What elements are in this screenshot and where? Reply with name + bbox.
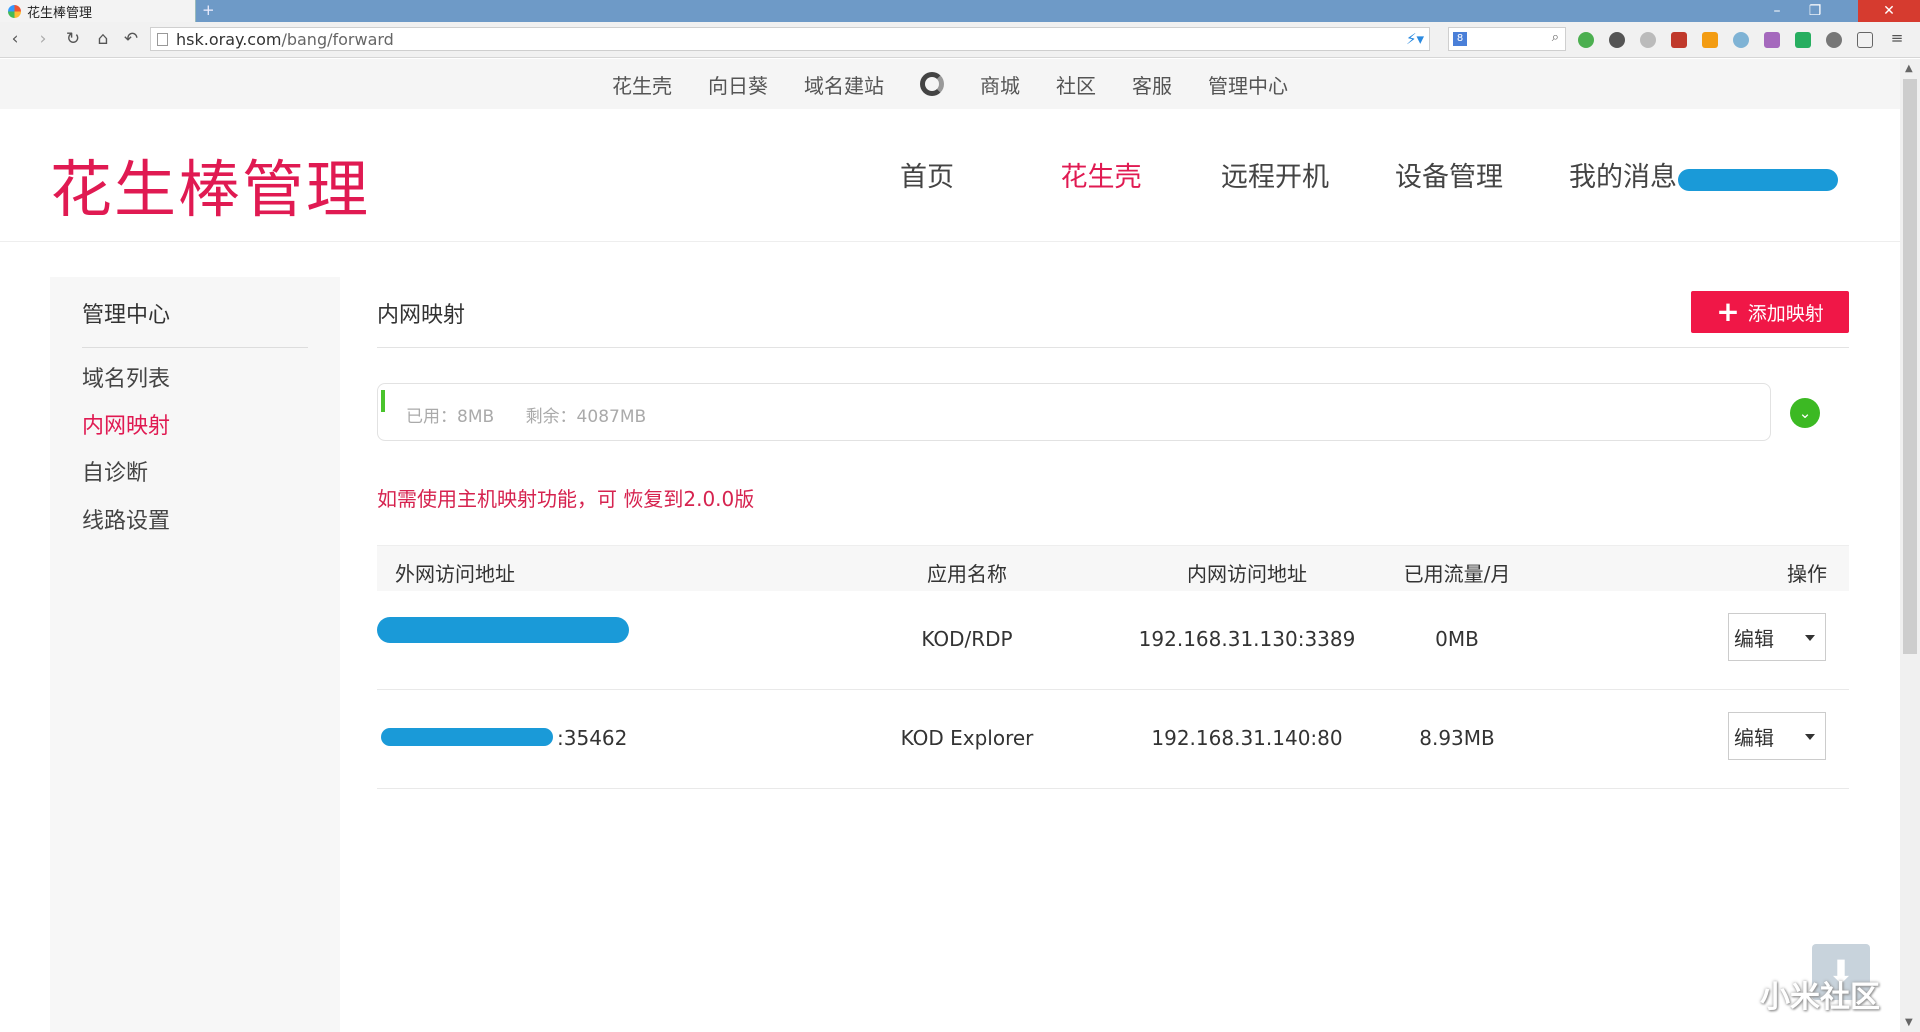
add-mapping-label: 添加映射 — [1747, 302, 1824, 325]
toplink-huashengke[interactable]: 花生壳 — [612, 70, 672, 99]
sidebar-title: 管理中心 — [82, 303, 171, 328]
usage-remaining: 剩余：4087MB — [525, 407, 647, 427]
edit-label: 编辑 — [1734, 725, 1774, 750]
url-input[interactable]: hsk.oray.com/bang/forward — [150, 27, 1430, 51]
close-button[interactable]: ✕ — [1858, 0, 1920, 22]
redacted-username[interactable] — [1678, 169, 1838, 191]
plus-icon: + — [1716, 295, 1740, 328]
user-icon[interactable] — [1826, 32, 1842, 48]
back-icon[interactable]: ‹ — [4, 29, 26, 49]
th-traffic: 已用流量/月 — [1403, 562, 1511, 586]
usage-used: 已用：8MB — [406, 407, 495, 427]
toplink-domain[interactable]: 域名建站 — [804, 70, 884, 99]
table-row: KOD/RDP 192.168.31.130:3389 0MB 编辑 — [377, 591, 1849, 690]
brand-title: 花生棒管理 — [50, 153, 371, 226]
forward-icon[interactable]: › — [32, 29, 54, 49]
cell-traffic: 8.93MB — [1419, 726, 1495, 750]
toplink-community[interactable]: 社区 — [1056, 70, 1096, 99]
edit-dropdown[interactable]: 编辑 — [1728, 613, 1826, 661]
th-external-address: 外网访问地址 — [395, 562, 515, 586]
reload-icon[interactable]: ↻ — [62, 29, 84, 49]
toplink-xiangrikui[interactable]: 向日葵 — [708, 70, 768, 99]
browser-tab[interactable]: 花生棒管理 — [0, 0, 196, 22]
watermark-text: 小米社区 — [1760, 980, 1880, 1015]
traffic-usage-bar: 已用：8MB 剩余：4087MB — [377, 383, 1771, 441]
section-divider — [377, 347, 1849, 348]
table-row: :35462 KOD Explorer 192.168.31.140:80 8.… — [377, 690, 1849, 789]
scroll-thumb[interactable] — [1903, 79, 1917, 654]
sidebar-divider — [82, 347, 308, 348]
home-icon[interactable]: ⌂ — [92, 29, 114, 49]
nav-device-management[interactable]: 设备管理 — [1362, 155, 1536, 194]
url-host: hsk.oray.com — [176, 29, 282, 49]
site-top-links: 花生壳 向日葵 域名建站 商城 社区 客服 管理中心 — [0, 59, 1900, 109]
undo-icon[interactable]: ↶ — [120, 29, 142, 49]
cell-internal-address: 192.168.31.130:3389 — [1138, 627, 1356, 651]
usage-text: 已用：8MB 剩余：4087MB — [406, 402, 672, 427]
oray-logo-icon[interactable] — [920, 72, 944, 96]
nav-home[interactable]: 首页 — [840, 155, 1014, 194]
page-icon — [157, 32, 168, 46]
tab-title: 花生棒管理 — [27, 5, 93, 21]
caret-down-icon — [1805, 635, 1815, 641]
table-header: 外网访问地址 应用名称 内网访问地址 已用流量/月 操作 — [377, 545, 1849, 591]
sidebar-item-line-settings[interactable]: 线路设置 — [82, 503, 170, 535]
browser-titlebar: 花生棒管理 + – ❐ ✕ — [0, 0, 1920, 22]
cell-traffic: 0MB — [1435, 627, 1479, 651]
th-action: 操作 — [1787, 562, 1827, 586]
section-title: 内网映射 — [377, 303, 466, 328]
nav-huashengke[interactable]: 花生壳 — [1014, 155, 1188, 194]
redacted-external-address[interactable] — [381, 728, 553, 746]
scroll-up-icon[interactable]: ▲ — [1905, 63, 1913, 74]
cell-internal-address: 192.168.31.140:80 — [1151, 726, 1343, 750]
maximize-button[interactable]: ❐ — [1796, 0, 1834, 22]
usage-fill — [381, 390, 385, 412]
search-input[interactable]: 8 ⌕ — [1448, 27, 1566, 51]
extension-red-icon[interactable] — [1671, 32, 1687, 48]
lightning-icon[interactable]: ⚡▾ — [1406, 30, 1424, 48]
sidebar-item-self-diagnosis[interactable]: 自诊断 — [82, 455, 148, 487]
th-app-name: 应用名称 — [927, 562, 1007, 586]
main-nav: 首页 花生壳 远程开机 设备管理 我的消息 — [840, 155, 1710, 194]
cell-external-port: :35462 — [557, 726, 628, 750]
extension-gray-icon[interactable] — [1640, 32, 1656, 48]
extension-green-icon[interactable] — [1578, 32, 1594, 48]
toplink-shop[interactable]: 商城 — [980, 70, 1020, 99]
sidebar-item-domain-list[interactable]: 域名列表 — [82, 361, 170, 393]
download-icon[interactable] — [1795, 32, 1811, 48]
cell-app: KOD/RDP — [921, 627, 1013, 651]
th-internal-address: 内网访问地址 — [1187, 562, 1307, 586]
nav-remote-boot[interactable]: 远程开机 — [1188, 155, 1362, 194]
toplink-admin[interactable]: 管理中心 — [1208, 70, 1288, 99]
minimize-button[interactable]: – — [1758, 0, 1796, 22]
sidebar-item-port-mapping[interactable]: 内网映射 — [82, 408, 170, 440]
sidebar: 管理中心 域名列表 内网映射 自诊断 线路设置 — [50, 277, 340, 1032]
cell-app: KOD Explorer — [900, 726, 1034, 750]
redacted-external-address[interactable] — [377, 617, 629, 643]
edit-label: 编辑 — [1734, 626, 1774, 651]
scroll-down-icon[interactable]: ▼ — [1905, 1017, 1913, 1028]
restore-notice[interactable]: 如需使用主机映射功能，可 恢复到2.0.0版 — [377, 483, 754, 512]
edit-dropdown[interactable]: 编辑 — [1728, 712, 1826, 760]
extension-purple-icon[interactable] — [1764, 32, 1780, 48]
site-header: 花生棒管理 首页 花生壳 远程开机 设备管理 我的消息 — [0, 109, 1900, 242]
menu-icon[interactable]: ≡ — [1886, 29, 1908, 47]
expand-check-icon[interactable]: ⌄ — [1790, 398, 1820, 428]
toplink-service[interactable]: 客服 — [1132, 70, 1172, 99]
new-tab-button[interactable]: + — [202, 1, 215, 19]
page-scrollbar[interactable]: ▲ ▼ — [1900, 59, 1920, 1032]
extension-blue-icon[interactable] — [1733, 32, 1749, 48]
add-mapping-button[interactable]: + 添加映射 — [1691, 291, 1849, 333]
extension-orange-icon[interactable] — [1702, 32, 1718, 48]
window-icon[interactable] — [1857, 32, 1873, 48]
caret-down-icon — [1805, 734, 1815, 740]
extension-clock-icon[interactable] — [1609, 32, 1625, 48]
search-icon[interactable]: ⌕ — [1552, 30, 1559, 45]
url-path: /bang/forward — [281, 29, 394, 49]
address-bar-area: ‹ › ↻ ⌂ ↶ hsk.oray.com/bang/forward ⚡▾ 8… — [0, 22, 1920, 58]
search-engine-icon[interactable]: 8 — [1453, 32, 1467, 46]
favicon-icon — [8, 4, 21, 18]
